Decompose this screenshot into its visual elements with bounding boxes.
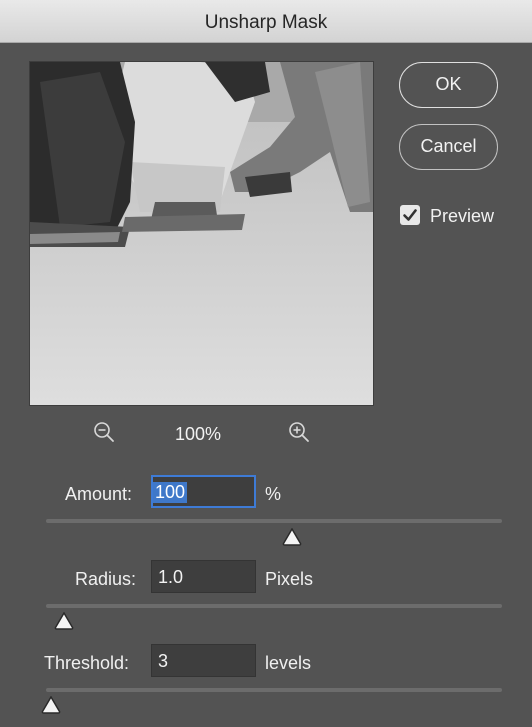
threshold-value: 3 bbox=[158, 651, 169, 671]
title-bar[interactable]: Unsharp Mask bbox=[0, 0, 532, 43]
unsharp-mask-dialog: Unsharp Mask OK Cancel Preview 100% Amou… bbox=[0, 0, 532, 727]
threshold-unit: levels bbox=[265, 653, 312, 673]
radius-value: 1.0 bbox=[158, 567, 184, 587]
radius-slider-track[interactable] bbox=[46, 604, 502, 608]
preview-checkbox[interactable] bbox=[400, 205, 420, 225]
radius-unit: Pixels bbox=[265, 569, 314, 589]
preview-label: Preview bbox=[430, 206, 495, 226]
cancel-button[interactable]: Cancel bbox=[399, 124, 498, 170]
threshold-field[interactable]: 3 bbox=[151, 644, 256, 677]
zoom-level: 100% bbox=[175, 424, 222, 444]
amount-label: Amount: bbox=[65, 484, 133, 504]
dialog-title: Unsharp Mask bbox=[204, 12, 328, 33]
radius-field[interactable]: 1.0 bbox=[151, 560, 256, 593]
preview-photo bbox=[30, 62, 373, 405]
zoom-out-icon[interactable] bbox=[92, 420, 116, 444]
threshold-slider-track[interactable] bbox=[46, 688, 502, 692]
zoom-in-icon[interactable] bbox=[287, 420, 311, 444]
amount-slider-track[interactable] bbox=[46, 519, 502, 523]
radius-label: Radius: bbox=[75, 569, 137, 589]
amount-value: 100 bbox=[153, 482, 188, 503]
threshold-label: Threshold: bbox=[44, 653, 130, 673]
amount-field[interactable]: 100 bbox=[151, 475, 256, 508]
amount-unit: % bbox=[265, 484, 282, 504]
preview-image[interactable] bbox=[29, 61, 374, 406]
checkmark-icon bbox=[403, 209, 417, 221]
ok-button[interactable]: OK bbox=[399, 62, 498, 108]
